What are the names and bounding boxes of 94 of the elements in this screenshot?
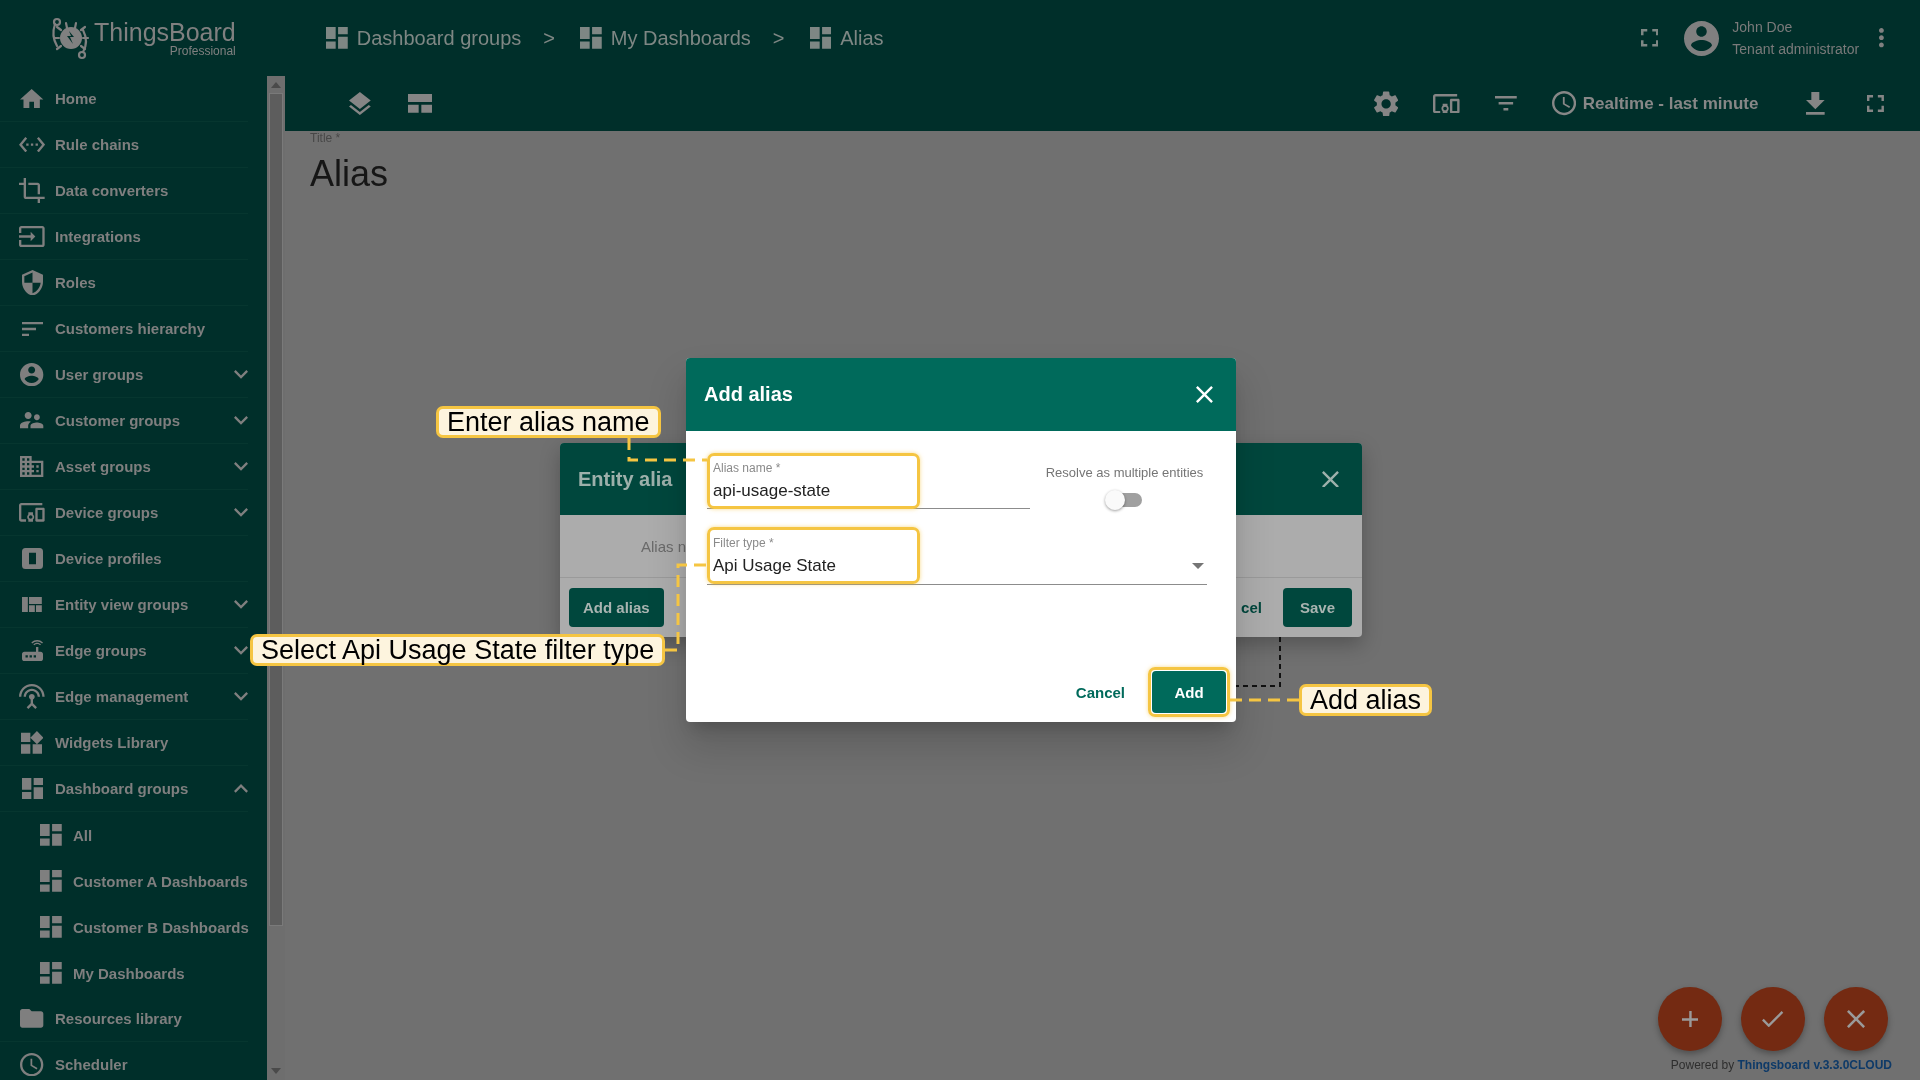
sidebar-item[interactable]: Customers hierarchy (0, 306, 248, 352)
breadcrumb-separator: > (772, 26, 785, 50)
close-icon (1846, 1009, 1866, 1029)
dashboard-icon (40, 962, 62, 984)
dashed-connector (1235, 636, 1281, 687)
discard-button[interactable] (1824, 987, 1888, 1051)
fullscreen-icon[interactable] (1640, 29, 1659, 47)
user-role: Tenant administrator (1732, 40, 1860, 59)
add-button[interactable] (1658, 987, 1722, 1051)
sidebar-item[interactable]: Home (0, 76, 248, 122)
toggle-label: Resolve as multiple entities (1045, 465, 1204, 481)
sidebar-item[interactable]: Customer B Dashboards (0, 904, 248, 950)
sidebar-item[interactable]: Edge groups (0, 628, 248, 674)
avatar-icon[interactable] (1684, 20, 1720, 56)
login-arrow-icon (19, 226, 45, 247)
dropdown-arrow-icon (1191, 563, 1204, 569)
dashboard-icon (326, 27, 348, 49)
dashboard-icon (40, 824, 62, 846)
clock-icon (20, 1052, 44, 1077)
version-link[interactable]: Thingsboard v.3.3.0CLOUD (1737, 1058, 1892, 1072)
sidebar-item[interactable]: Customer A Dashboards (0, 858, 248, 904)
sidebar-item[interactable]: Dashboard groups (0, 766, 248, 812)
folder-icon (20, 1009, 44, 1028)
sidebar-item[interactable]: All (0, 812, 248, 858)
timewindow-button[interactable]: Realtime - last minute (1551, 91, 1759, 116)
dashboard-title: Alias (310, 153, 390, 195)
settings-icon[interactable] (1373, 90, 1399, 117)
code-brackets-icon (18, 136, 46, 153)
powered-by-text: Powered by Thingsboard v.3.3.0CLOUD (1670, 1058, 1892, 1072)
sidebar-item[interactable]: Widgets Library (0, 720, 248, 766)
cancel-button[interactable]: Cancel (1059, 671, 1141, 713)
house-icon (20, 88, 44, 109)
lines-icon (21, 321, 43, 336)
clock-icon (1551, 91, 1576, 116)
dialog-title: Entity alia (578, 467, 673, 491)
tile-icon (21, 548, 43, 569)
sidebar-item[interactable]: Device groups (0, 490, 248, 536)
add-alias-button[interactable]: Add alias (569, 588, 664, 627)
download-icon[interactable] (1806, 92, 1826, 115)
shield-icon (21, 269, 43, 296)
devices-icon (19, 503, 45, 522)
breadcrumb-link[interactable]: Dashboard groups (326, 26, 522, 50)
sidebar-item[interactable]: Customer groups (0, 398, 248, 444)
more-options-icon[interactable] (1879, 28, 1884, 48)
close-icon[interactable] (1196, 386, 1213, 403)
column-label: Alias n (641, 537, 687, 555)
sidebar-item[interactable]: User groups (0, 352, 248, 398)
add-button[interactable]: Add (1152, 671, 1226, 713)
sidebar-item[interactable]: Entity view groups (0, 582, 248, 628)
logo-icon (49, 16, 91, 60)
sidebar-item[interactable]: Asset groups (0, 444, 248, 490)
sidebar-item[interactable]: Roles (0, 260, 248, 306)
devices-icon[interactable] (1433, 93, 1460, 114)
layout-grid-icon (22, 596, 42, 613)
sidebar-item[interactable]: Device profiles (0, 536, 248, 582)
dashboard-icon (40, 870, 62, 892)
sidebar-item[interactable]: Integrations (0, 214, 248, 260)
building-icon (20, 456, 44, 477)
sidebar-item[interactable]: Edge management (0, 674, 248, 720)
cancel-button[interactable]: cel (1241, 599, 1262, 616)
antenna-icon (19, 684, 45, 709)
apply-button[interactable] (1741, 987, 1805, 1051)
dashboard-icon (580, 27, 602, 49)
dashboard-icon (21, 778, 43, 799)
people-icon (20, 412, 44, 429)
sidebar-item[interactable]: Rule chains (0, 122, 248, 168)
sidebar-item[interactable]: Resources library (0, 996, 248, 1042)
breadcrumb-link[interactable]: My Dashboards (580, 26, 751, 50)
callout-label: Select Api Usage State filter type (250, 634, 666, 666)
widgets-icon (20, 731, 44, 754)
user-name: John Doe (1732, 18, 1794, 37)
crop-icon (19, 177, 45, 204)
callout-label: Enter alias name (436, 406, 661, 438)
sidebar-item[interactable]: My Dashboards (0, 950, 248, 996)
dialog-title: Add alias (704, 383, 793, 406)
plus-icon (1681, 1010, 1699, 1028)
dashboard-icon (40, 916, 62, 938)
layers-icon[interactable] (349, 91, 371, 116)
layout-icon[interactable] (407, 94, 432, 113)
filter-icon[interactable] (1494, 96, 1517, 111)
edition-label: Professional (169, 45, 236, 57)
callout-label: Add alias (1299, 684, 1433, 716)
sidebar-item[interactable]: Scheduler (0, 1042, 248, 1080)
router-icon (21, 640, 43, 661)
breadcrumb-separator: > (543, 26, 555, 50)
logo-text: ThingsBoard (94, 19, 236, 45)
leader-line (1230, 698, 1299, 702)
close-icon[interactable] (1322, 470, 1339, 488)
fullscreen-icon[interactable] (1867, 95, 1884, 112)
check-icon (1762, 1010, 1784, 1028)
dashboard-icon (809, 27, 832, 49)
breadcrumb-link[interactable]: Alias (809, 26, 884, 50)
save-button[interactable]: Save (1282, 588, 1352, 627)
sidebar-item[interactable]: Data converters (0, 168, 248, 214)
